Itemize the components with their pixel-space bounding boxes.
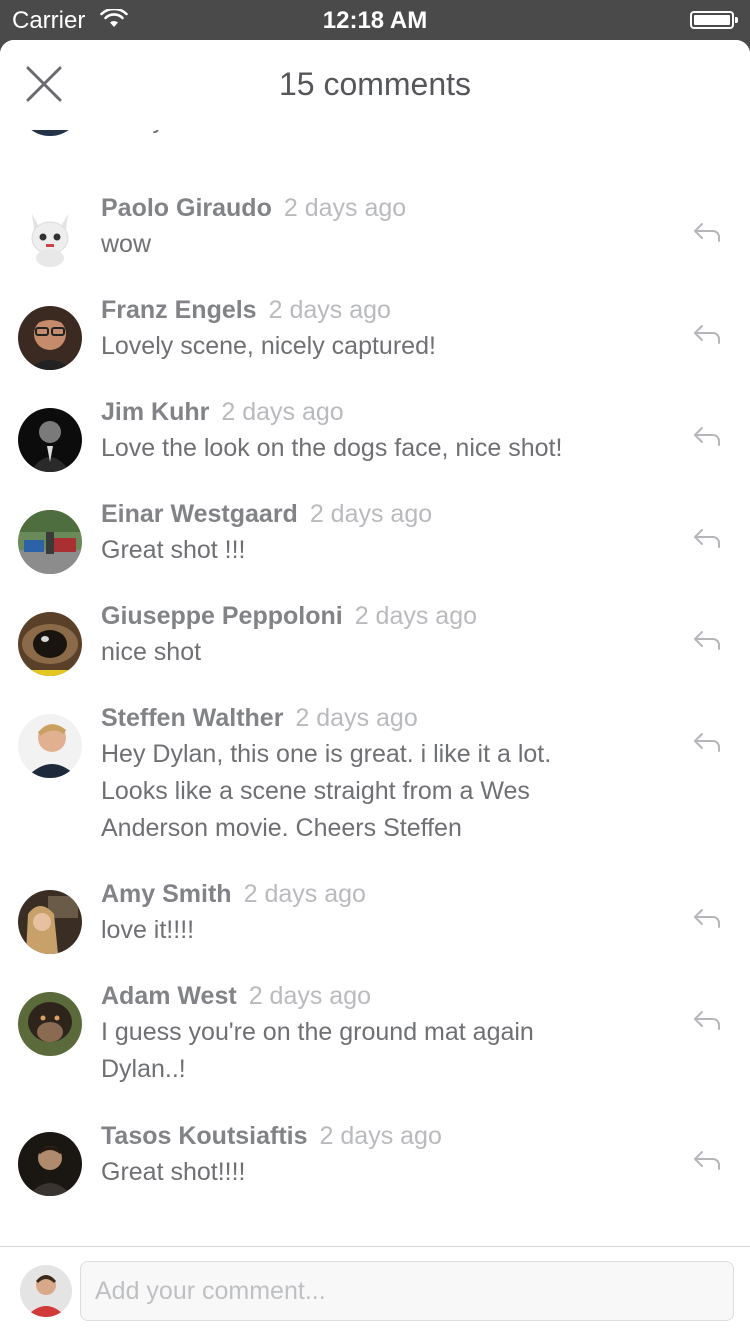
reply-icon[interactable] — [693, 907, 721, 929]
comment-text: Love the look on the dogs face, nice sho… — [101, 434, 563, 462]
comment-time: 2 days ago — [295, 704, 418, 732]
comment-time: 2 days ago — [319, 1122, 442, 1150]
author-name[interactable]: Einar Westgaard — [101, 500, 298, 528]
comment-time: 2 days ago — [309, 500, 433, 528]
avatar[interactable] — [18, 992, 82, 1056]
reply-icon[interactable] — [693, 629, 721, 651]
comment-time: 2 days ago — [268, 296, 391, 324]
avatar[interactable] — [18, 1132, 82, 1196]
reply-icon[interactable] — [693, 323, 721, 345]
comment-time: 2 days ago — [354, 602, 478, 630]
comment-text: wow — [101, 230, 152, 258]
reply-icon[interactable] — [693, 221, 721, 243]
comment-text: Great shot!!!! — [101, 1158, 246, 1186]
avatar[interactable] — [18, 890, 82, 954]
reply-icon[interactable] — [693, 731, 721, 753]
current-user-avatar — [20, 1265, 72, 1317]
avatar[interactable] — [18, 204, 82, 268]
author-name[interactable]: Amy Smith — [101, 880, 232, 908]
reply-icon[interactable] — [693, 1149, 721, 1171]
comment-time: 2 days ago — [243, 880, 366, 908]
comment-text: I guess you're on the ground mat again D… — [101, 1018, 534, 1083]
author-name[interactable]: Jim Kuhr — [101, 398, 209, 426]
author-name[interactable]: Adam West — [101, 982, 237, 1010]
reply-icon[interactable] — [693, 425, 721, 447]
comment-time: 2 days ago — [221, 398, 344, 426]
comments-sheet: lovely Paolo Giraudo2 days ago wow — [0, 40, 750, 1334]
author-name[interactable]: Tasos Koutsiaftis — [101, 1122, 308, 1150]
comment-text: Great shot !!! — [101, 536, 246, 564]
reply-icon[interactable] — [693, 1009, 721, 1031]
battery-icon — [690, 11, 738, 29]
author-name[interactable]: Franz Engels — [101, 296, 257, 324]
comment-text: Hey Dylan, this one is great. i like it … — [101, 740, 552, 842]
status-bar: Carrier 12:18 AM — [0, 0, 750, 40]
avatar[interactable] — [18, 612, 82, 676]
author-name[interactable]: Giuseppe Peppoloni — [101, 602, 343, 630]
avatar[interactable] — [18, 306, 82, 370]
comment-text: love it!!!! — [101, 916, 195, 944]
comment-time: 2 days ago — [283, 194, 407, 222]
comment-text: nice shot — [101, 638, 202, 666]
comments-list[interactable]: lovely Paolo Giraudo2 days ago wow — [0, 40, 750, 1246]
comment-input[interactable] — [80, 1261, 734, 1321]
page-title: 15 comments — [278, 66, 472, 102]
reply-icon[interactable] — [693, 527, 721, 549]
avatar[interactable] — [18, 510, 82, 574]
comment-time: 2 days ago — [248, 982, 372, 1010]
clock: 12:18 AM — [322, 7, 428, 34]
avatar[interactable] — [18, 408, 82, 472]
comment-text: Lovely scene, nicely captured! — [101, 332, 436, 360]
avatar[interactable] — [18, 714, 82, 778]
author-name[interactable]: Paolo Giraudo — [101, 194, 272, 222]
comment-composer — [0, 1246, 750, 1334]
sheet-header: 15 comments — [0, 40, 750, 130]
author-name[interactable]: Steffen Walther — [101, 704, 283, 732]
